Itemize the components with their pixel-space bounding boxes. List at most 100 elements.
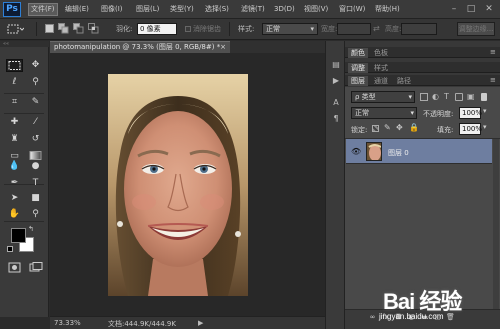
zoom-icon[interactable]: ⚲ <box>27 208 44 221</box>
link-layers-icon[interactable]: ∞ <box>367 312 378 323</box>
collapse-toolbar-icon[interactable]: «« <box>3 41 9 47</box>
rectangle-tool-icon[interactable]: ■ <box>27 192 44 205</box>
history-brush-tool-icon[interactable]: ↺ <box>27 133 44 146</box>
layer-filter-dropdown[interactable]: ρ 类型 ▾ <box>351 91 415 103</box>
maximize-button[interactable]: □ <box>465 3 477 15</box>
refine-edge-button[interactable]: 调整边缘... <box>457 22 495 36</box>
panel-menu-icon[interactable]: ≡ <box>490 48 496 56</box>
tab-layers[interactable]: 图层 <box>348 76 368 86</box>
canvas-area[interactable] <box>50 53 325 316</box>
close-tab-icon[interactable]: × <box>220 42 226 53</box>
zoom-level[interactable]: 73.33% <box>54 319 81 327</box>
menu-help[interactable]: 帮助(H) <box>373 3 402 16</box>
dodge-tool-icon[interactable]: ● <box>27 160 44 173</box>
lock-transparent-pixels-icon[interactable] <box>372 125 379 132</box>
new-layer-icon[interactable]: ▢ <box>432 312 443 323</box>
delete-layer-icon[interactable]: 🗑 <box>445 312 456 323</box>
fill-input[interactable]: 100% <box>459 123 482 135</box>
document-size: 文档:444.9K/444.9K <box>108 320 176 328</box>
filter-adjustment-icon[interactable]: ◐ <box>432 92 439 101</box>
tab-styles[interactable]: 样式 <box>371 63 391 73</box>
menu-type[interactable]: 类型(Y) <box>168 3 196 16</box>
layers-scrollbar[interactable] <box>493 139 499 309</box>
layers-panel-menu-icon[interactable]: ≡ <box>490 76 496 84</box>
menu-bar: Ps 文件(F) 编辑(E) 图像(I) 图层(L) 类型(Y) 选择(S) 滤… <box>0 0 500 19</box>
eyedropper-tool-icon[interactable]: ✎ <box>27 96 44 109</box>
marquee-tool-preset-icon[interactable] <box>6 23 25 35</box>
antialias-checkbox[interactable] <box>185 26 191 32</box>
layer-row[interactable]: 👁 图层 0 <box>346 139 492 164</box>
foreground-color-swatch[interactable] <box>11 228 26 243</box>
status-bar: 73.33% 文档:444.9K/444.9K ▶ <box>50 316 325 329</box>
feather-input[interactable]: 0 像素 <box>137 23 177 35</box>
filter-pixel-icon[interactable] <box>420 93 428 101</box>
screen-mode-icon[interactable] <box>27 262 44 275</box>
tab-paths[interactable]: 路径 <box>394 76 414 86</box>
history-panel-icon[interactable]: ▤ <box>330 59 342 71</box>
menu-image[interactable]: 图像(I) <box>99 3 125 16</box>
menu-filter[interactable]: 滤镜(T) <box>239 3 267 16</box>
crop-tool-icon[interactable]: ⌗ <box>6 96 23 109</box>
lock-image-pixels-icon[interactable]: ✎ <box>384 123 391 132</box>
pen-tool-icon[interactable]: ✒ <box>6 177 23 190</box>
layer-mask-icon[interactable]: ◘ <box>393 312 404 323</box>
subtract-from-selection-icon[interactable] <box>73 23 84 34</box>
clone-stamp-tool-icon[interactable]: ♜ <box>6 133 23 146</box>
brush-tool-icon[interactable]: ⁄ <box>27 116 44 129</box>
filter-toggle-icon[interactable] <box>481 93 487 101</box>
width-input[interactable] <box>337 23 371 35</box>
menu-layer[interactable]: 图层(L) <box>134 3 161 16</box>
tab-channels[interactable]: 通道 <box>371 76 391 86</box>
move-tool-icon[interactable]: ✥ <box>27 59 44 72</box>
quick-mask-icon[interactable] <box>6 262 23 275</box>
chevron-down-icon: ▾ <box>310 25 314 33</box>
filter-shape-icon[interactable] <box>455 93 463 101</box>
eye-visibility-icon[interactable]: 👁 <box>351 147 361 156</box>
type-tool-icon[interactable]: T <box>27 177 44 190</box>
menu-file[interactable]: 文件(F) <box>28 3 58 16</box>
filter-smart-object-icon[interactable]: ▣ <box>467 92 475 101</box>
new-group-icon[interactable]: ▬ <box>419 312 430 323</box>
default-colors-icon[interactable] <box>7 246 13 252</box>
height-label: 高度: <box>385 25 402 33</box>
spot-healing-brush-tool-icon[interactable]: ✚ <box>6 116 23 129</box>
document-tab[interactable]: photomanipulation @ 73.3% (图层 0, RGB/8#)… <box>50 41 230 53</box>
lasso-tool-icon[interactable]: ℓ <box>6 76 23 89</box>
filter-type-icon[interactable]: T <box>444 92 449 101</box>
character-panel-icon[interactable]: A <box>330 97 342 109</box>
tab-color[interactable]: 颜色 <box>348 48 368 58</box>
blend-mode-dropdown[interactable]: 正常 ▾ <box>351 107 417 119</box>
minimize-button[interactable]: – <box>448 3 460 15</box>
rectangular-marquee-tool-icon[interactable] <box>6 59 23 72</box>
menu-edit[interactable]: 编辑(E) <box>63 3 91 16</box>
intersect-selection-icon[interactable] <box>88 23 99 34</box>
new-selection-icon[interactable] <box>45 24 54 33</box>
tab-adjustments[interactable]: 调整 <box>348 63 368 73</box>
swap-width-height-icon[interactable]: ⇄ <box>373 24 380 33</box>
adjustment-layer-icon[interactable]: ◐ <box>406 312 417 323</box>
menu-window[interactable]: 窗口(W) <box>337 3 367 16</box>
layer-style-icon[interactable]: fx <box>380 312 391 323</box>
actions-panel-icon[interactable]: ▶ <box>330 75 342 87</box>
tab-swatches[interactable]: 色板 <box>371 48 391 58</box>
menu-view[interactable]: 视图(V) <box>302 3 330 16</box>
menu-3d[interactable]: 3D(D) <box>272 3 297 16</box>
opacity-input[interactable]: 100% <box>459 107 482 119</box>
add-to-selection-icon[interactable] <box>58 23 69 34</box>
lock-all-icon[interactable]: 🔒 <box>409 123 419 132</box>
quick-selection-tool-icon[interactable]: ⚲ <box>27 76 44 89</box>
paragraph-panel-icon[interactable]: ¶ <box>330 113 342 125</box>
fill-dropdown-icon[interactable]: ▾ <box>483 123 487 131</box>
lock-position-icon[interactable]: ✥ <box>396 123 403 132</box>
blur-tool-icon[interactable]: 💧 <box>6 160 23 173</box>
height-input[interactable] <box>401 23 437 35</box>
menu-select[interactable]: 选择(S) <box>203 3 231 16</box>
hand-icon[interactable]: ✋ <box>6 208 23 221</box>
layer-name[interactable]: 图层 0 <box>388 148 409 158</box>
opacity-dropdown-icon[interactable]: ▾ <box>483 107 487 115</box>
swap-colors-icon[interactable]: ↰ <box>28 225 34 233</box>
status-menu-arrow-icon[interactable]: ▶ <box>198 319 203 327</box>
close-button[interactable]: ✕ <box>483 3 495 15</box>
path-selection-tool-icon[interactable]: ➤ <box>6 192 23 205</box>
style-dropdown[interactable]: 正常 ▾ <box>262 23 318 35</box>
